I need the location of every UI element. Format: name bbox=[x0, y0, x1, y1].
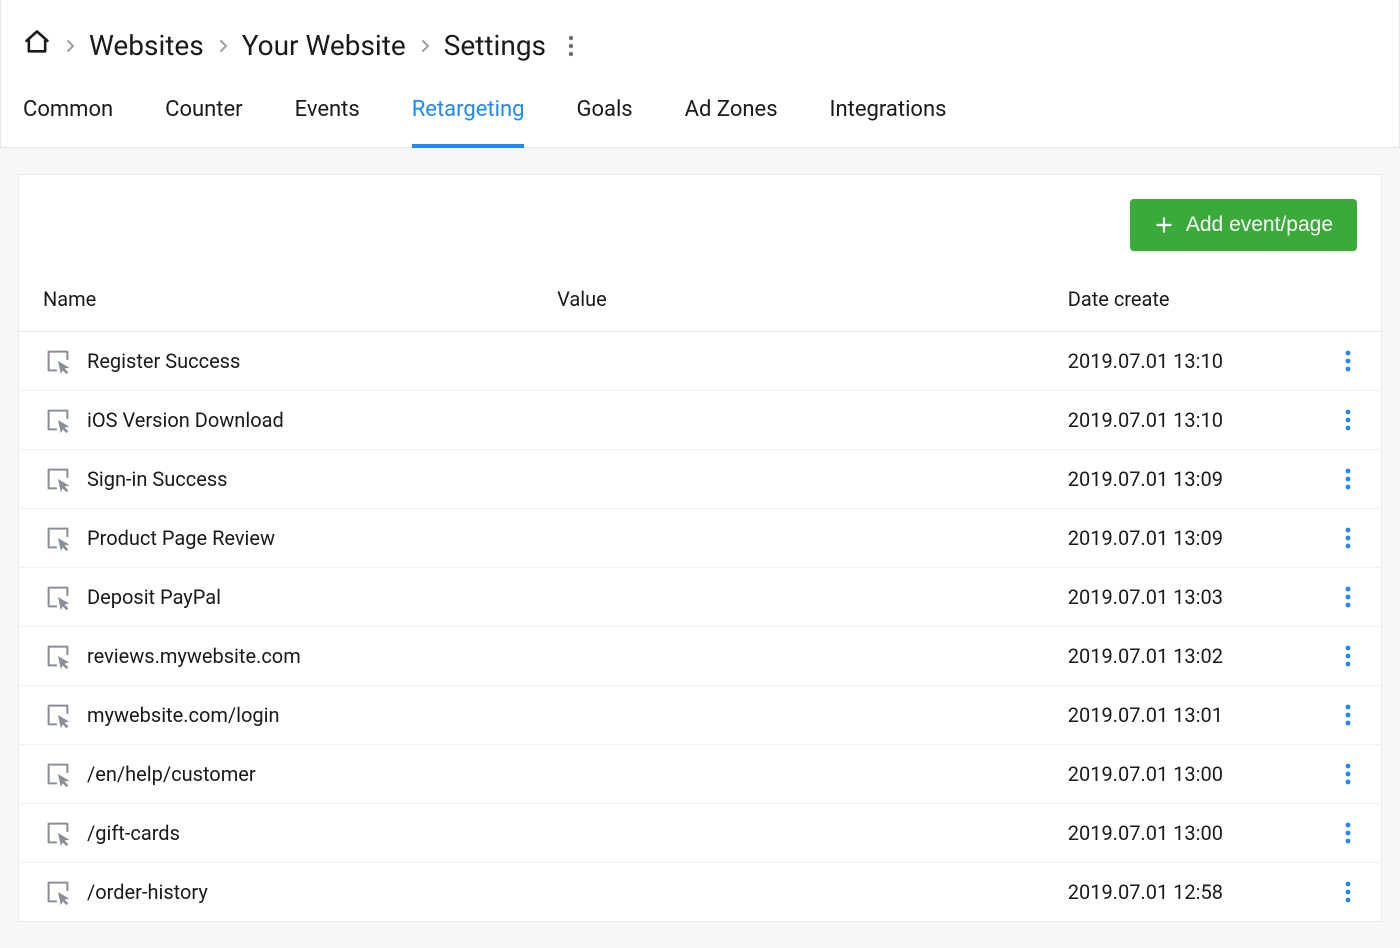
row-name: iOS Version Download bbox=[87, 408, 284, 432]
tab-retargeting[interactable]: Retargeting bbox=[412, 81, 525, 148]
tab-counter[interactable]: Counter bbox=[165, 81, 242, 148]
breadcrumb-menu-button[interactable] bbox=[560, 31, 582, 61]
row-date: 2019.07.01 13:01 bbox=[1044, 686, 1315, 745]
row-date: 2019.07.01 12:58 bbox=[1044, 863, 1315, 922]
row-menu-button[interactable] bbox=[1339, 698, 1357, 732]
row-name: /en/help/customer bbox=[87, 762, 256, 786]
chevron-right-icon bbox=[65, 38, 75, 54]
table-row: /en/help/customer 2019.07.01 13:00 bbox=[19, 745, 1381, 804]
row-value bbox=[533, 332, 1044, 391]
row-menu-button[interactable] bbox=[1339, 462, 1357, 496]
row-date: 2019.07.01 13:00 bbox=[1044, 745, 1315, 804]
page-click-icon bbox=[43, 582, 73, 612]
row-value bbox=[533, 509, 1044, 568]
breadcrumb-settings[interactable]: Settings bbox=[444, 29, 546, 62]
column-header-name: Name bbox=[19, 263, 533, 332]
page-click-icon bbox=[43, 464, 73, 494]
row-menu-button[interactable] bbox=[1339, 344, 1357, 378]
row-menu-button[interactable] bbox=[1339, 875, 1357, 909]
tab-bar: Common Counter Events Retargeting Goals … bbox=[1, 81, 1399, 147]
row-date: 2019.07.01 13:02 bbox=[1044, 627, 1315, 686]
chevron-right-icon bbox=[420, 38, 430, 54]
content-area: Add event/page Name Value Date create Re… bbox=[0, 148, 1400, 948]
page-click-icon bbox=[43, 346, 73, 376]
page-click-icon bbox=[43, 818, 73, 848]
row-date: 2019.07.01 13:09 bbox=[1044, 450, 1315, 509]
home-icon[interactable] bbox=[23, 28, 51, 63]
page-click-icon bbox=[43, 759, 73, 789]
breadcrumb: Websites Your Website Settings bbox=[1, 0, 1399, 81]
table-row: reviews.mywebsite.com 2019.07.01 13:02 bbox=[19, 627, 1381, 686]
row-value bbox=[533, 450, 1044, 509]
page-click-icon bbox=[43, 877, 73, 907]
row-name: Sign-in Success bbox=[87, 467, 228, 491]
page-header: Websites Your Website Settings Common Co… bbox=[0, 0, 1400, 148]
chevron-right-icon bbox=[218, 38, 228, 54]
add-event-page-button[interactable]: Add event/page bbox=[1130, 199, 1357, 251]
table-row: Deposit PayPal 2019.07.01 13:03 bbox=[19, 568, 1381, 627]
table-row: Register Success 2019.07.01 13:10 bbox=[19, 332, 1381, 391]
row-value bbox=[533, 686, 1044, 745]
row-value bbox=[533, 745, 1044, 804]
row-name: Register Success bbox=[87, 349, 240, 373]
row-value bbox=[533, 804, 1044, 863]
row-date: 2019.07.01 13:10 bbox=[1044, 391, 1315, 450]
row-value bbox=[533, 568, 1044, 627]
column-header-value: Value bbox=[533, 263, 1044, 332]
page-click-icon bbox=[43, 523, 73, 553]
add-button-label: Add event/page bbox=[1186, 213, 1333, 237]
row-menu-button[interactable] bbox=[1339, 639, 1357, 673]
row-value bbox=[533, 627, 1044, 686]
row-name: Deposit PayPal bbox=[87, 585, 221, 609]
tab-goals[interactable]: Goals bbox=[576, 81, 632, 148]
breadcrumb-your-website[interactable]: Your Website bbox=[242, 29, 406, 62]
row-menu-button[interactable] bbox=[1339, 521, 1357, 555]
row-name: reviews.mywebsite.com bbox=[87, 644, 301, 668]
column-header-date: Date create bbox=[1044, 263, 1315, 332]
row-date: 2019.07.01 13:10 bbox=[1044, 332, 1315, 391]
row-value bbox=[533, 391, 1044, 450]
row-date: 2019.07.01 13:00 bbox=[1044, 804, 1315, 863]
row-name: /order-history bbox=[87, 880, 208, 904]
row-date: 2019.07.01 13:09 bbox=[1044, 509, 1315, 568]
events-card: Add event/page Name Value Date create Re… bbox=[18, 174, 1382, 922]
row-value bbox=[533, 863, 1044, 922]
breadcrumb-websites[interactable]: Websites bbox=[89, 29, 204, 62]
row-name: mywebsite.com/login bbox=[87, 703, 280, 727]
events-table: Name Value Date create Register Success … bbox=[19, 263, 1381, 921]
row-name: Product Page Review bbox=[87, 526, 275, 550]
table-row: /gift-cards 2019.07.01 13:00 bbox=[19, 804, 1381, 863]
page-click-icon bbox=[43, 405, 73, 435]
table-row: iOS Version Download 2019.07.01 13:10 bbox=[19, 391, 1381, 450]
table-row: /order-history 2019.07.01 12:58 bbox=[19, 863, 1381, 922]
table-row: Sign-in Success 2019.07.01 13:09 bbox=[19, 450, 1381, 509]
row-menu-button[interactable] bbox=[1339, 757, 1357, 791]
table-row: mywebsite.com/login 2019.07.01 13:01 bbox=[19, 686, 1381, 745]
tab-events[interactable]: Events bbox=[295, 81, 360, 148]
tab-ad-zones[interactable]: Ad Zones bbox=[685, 81, 778, 148]
table-row: Product Page Review 2019.07.01 13:09 bbox=[19, 509, 1381, 568]
tab-common[interactable]: Common bbox=[23, 81, 113, 148]
page-click-icon bbox=[43, 700, 73, 730]
row-name: /gift-cards bbox=[87, 821, 180, 845]
page-click-icon bbox=[43, 641, 73, 671]
tab-integrations[interactable]: Integrations bbox=[830, 81, 947, 148]
row-menu-button[interactable] bbox=[1339, 403, 1357, 437]
row-menu-button[interactable] bbox=[1339, 816, 1357, 850]
row-menu-button[interactable] bbox=[1339, 580, 1357, 614]
row-date: 2019.07.01 13:03 bbox=[1044, 568, 1315, 627]
